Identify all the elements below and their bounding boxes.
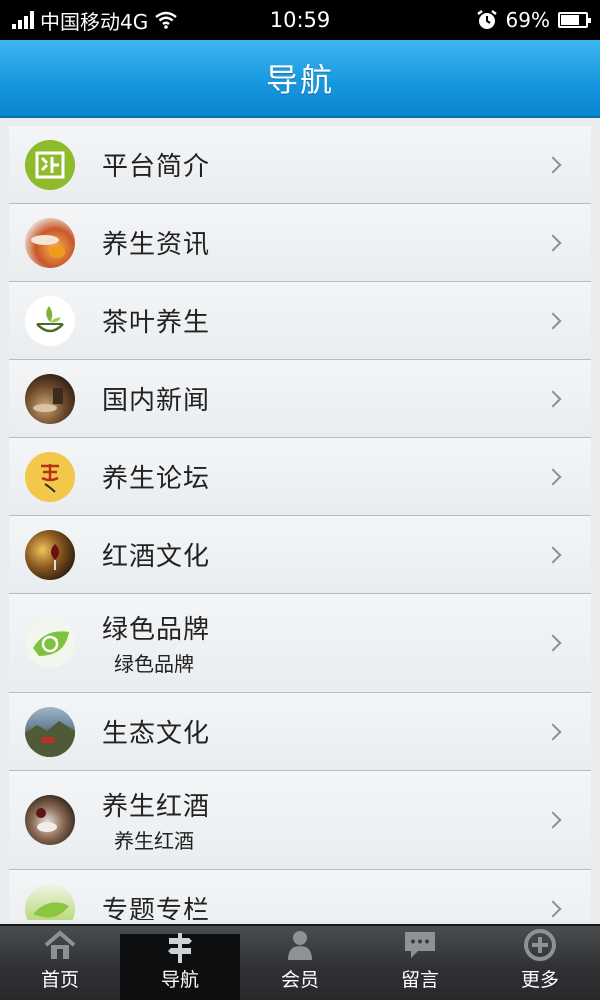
tab-message[interactable]: 留言 — [360, 926, 480, 1000]
chat-bubble-icon — [400, 927, 440, 963]
nav-item-green-brand[interactable]: 绿色品牌 绿色品牌 — [9, 594, 591, 693]
page-title: 导航 — [265, 61, 334, 99]
nav-item-title: 养生红酒 — [102, 792, 211, 822]
chevron-right-icon — [544, 900, 562, 917]
tab-label: 导航 — [160, 969, 199, 991]
tab-label: 会员 — [280, 969, 319, 991]
tab-label: 留言 — [400, 969, 439, 991]
header-bar: 导航 — [0, 40, 600, 118]
calligraphy-icon — [25, 451, 75, 502]
nav-item-title: 专题专栏 — [102, 896, 211, 920]
carrier-label: 中国移动4G — [40, 9, 149, 34]
nav-item-title: 红酒文化 — [102, 542, 211, 572]
nav-item-subtitle: 绿色品牌 — [114, 652, 194, 676]
signal-icon — [12, 11, 34, 29]
nav-item-title: 茶叶养生 — [102, 308, 211, 338]
nav-item-health-forum[interactable]: 养生论坛 — [9, 438, 591, 516]
chevron-right-icon — [544, 468, 562, 485]
nav-list: 平台简介 养生资讯 茶叶养生 国内新闻 养生论坛 红酒文化 绿色品牌 绿色品牌 … — [9, 126, 591, 920]
status-bar: 中国移动4G 10:59 69% — [0, 0, 600, 40]
nav-item-title: 生态文化 — [102, 719, 211, 749]
tea-leaf-cup-icon — [25, 295, 75, 346]
chevron-right-icon — [544, 811, 562, 829]
nav-item-red-wine-culture[interactable]: 红酒文化 — [9, 516, 591, 594]
red-wine-photo-icon — [25, 529, 75, 580]
nav-item-title: 养生论坛 — [102, 464, 211, 494]
chevron-right-icon — [544, 634, 562, 652]
nav-item-health-news[interactable]: 养生资讯 — [9, 204, 591, 282]
chevron-right-icon — [544, 546, 562, 563]
bottom-tab-bar: 首页 导航 会员 留言 更多 — [0, 924, 600, 1000]
nav-item-domestic-news[interactable]: 国内新闻 — [9, 360, 591, 438]
chevron-right-icon — [544, 390, 562, 407]
tab-label: 首页 — [40, 969, 79, 991]
tab-home[interactable]: 首页 — [0, 926, 120, 1000]
nav-item-title: 养生资讯 — [102, 230, 211, 260]
battery-icon — [558, 12, 591, 28]
wine-table-photo-icon — [25, 795, 75, 845]
tab-navigation[interactable]: 导航 — [120, 931, 240, 1000]
nav-item-health-red-wine[interactable]: 养生红酒 养生红酒 — [9, 771, 591, 870]
wifi-icon — [155, 11, 178, 29]
tab-more[interactable]: 更多 — [480, 926, 600, 1000]
battery-percent: 69% — [505, 8, 550, 32]
news-photo-icon — [25, 373, 75, 424]
nav-item-subtitle: 养生红酒 — [114, 829, 194, 853]
green-recycle-icon — [25, 618, 75, 668]
user-icon — [280, 927, 320, 963]
plus-circle-icon — [520, 927, 560, 963]
landscape-photo-icon — [25, 706, 75, 757]
tab-member[interactable]: 会员 — [240, 926, 360, 1000]
teacup-photo-icon — [25, 217, 75, 268]
home-icon — [40, 927, 80, 963]
nav-item-platform-intro[interactable]: 平台简介 — [9, 126, 591, 204]
chevron-right-icon — [544, 723, 562, 740]
alarm-icon — [476, 10, 497, 29]
nav-item-title: 国内新闻 — [102, 386, 211, 416]
logo-icon — [25, 139, 75, 190]
chevron-right-icon — [544, 234, 562, 251]
signpost-icon — [160, 931, 200, 963]
tab-label: 更多 — [520, 969, 559, 991]
green-leaf-icon — [25, 883, 75, 920]
chevron-right-icon — [544, 312, 562, 329]
nav-item-title: 绿色品牌 — [102, 615, 211, 645]
nav-item-title: 平台简介 — [102, 152, 211, 182]
nav-item-tea-health[interactable]: 茶叶养生 — [9, 282, 591, 360]
nav-item-eco-culture[interactable]: 生态文化 — [9, 693, 591, 771]
nav-item-special-topics[interactable]: 专题专栏 — [9, 870, 591, 920]
chevron-right-icon — [544, 156, 562, 173]
